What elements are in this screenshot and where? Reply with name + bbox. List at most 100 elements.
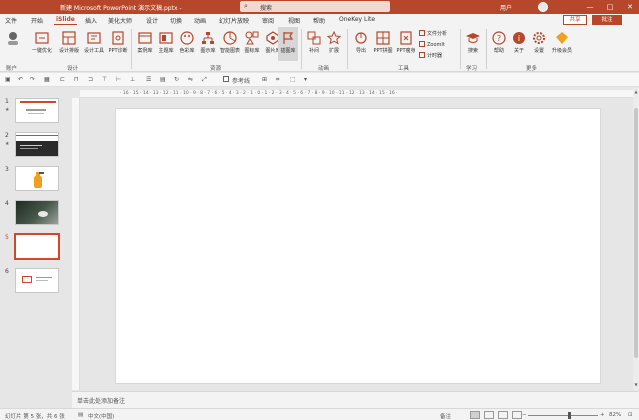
one-key-button[interactable]: 一键优化 [28, 27, 56, 61]
tab-slideshow[interactable]: 幻灯片放映 [219, 16, 249, 25]
tab-view[interactable]: 视图 [288, 16, 300, 25]
flip-icon[interactable]: ⇋ [188, 76, 193, 83]
tab-home[interactable]: 开始 [31, 16, 43, 25]
slide-thumb-item[interactable]: 2 ★ [0, 132, 72, 162]
learn-button[interactable]: 搜索 [464, 27, 482, 61]
file-analysis-button[interactable]: 文件分析 [419, 30, 447, 37]
align-center-icon[interactable]: ⊓ [74, 76, 79, 83]
fit-window-icon[interactable]: ⊡ [628, 412, 633, 418]
scroll-down-icon[interactable]: ▼ [633, 382, 639, 387]
design-lib-button[interactable]: 设计排版 [57, 27, 81, 61]
diagnose-icon [112, 31, 124, 45]
ribbon-separator [301, 29, 302, 69]
align-middle-icon[interactable]: ⊢ [116, 76, 121, 83]
distribute-icon[interactable]: ☰ [146, 76, 151, 83]
slide-thumbnails-pane: 1 ★ 2 ★ 3 4 5 6 [0, 88, 72, 398]
tab-onekey[interactable]: OneKey Lite [339, 16, 375, 23]
redo-icon[interactable]: ↷ [30, 76, 35, 83]
zoom-in-icon[interactable]: + [600, 412, 605, 418]
slide-thumb-item[interactable]: 4 [0, 200, 72, 230]
normal-view-button[interactable] [470, 411, 480, 419]
export-button[interactable]: 导出 [351, 27, 371, 61]
puzzle-icon [376, 31, 390, 45]
user-name[interactable]: 用户 [500, 3, 512, 12]
about-button[interactable]: i 关于 [510, 27, 528, 61]
ribbon-separator [131, 29, 132, 69]
tab-meihua[interactable]: 美化大师 [108, 16, 132, 25]
ppt-diag-button[interactable]: PPT诊断 [107, 27, 129, 61]
tab-file[interactable]: 文件 [5, 16, 17, 25]
account-button[interactable] [2, 27, 24, 61]
minimize-button[interactable]: — [583, 1, 597, 13]
crop-icon[interactable]: ⌗ [276, 76, 279, 84]
select-icon[interactable]: ⬚ [290, 76, 296, 83]
align-left-icon[interactable]: ⊏ [60, 76, 65, 83]
compress-icon [400, 31, 412, 45]
diamond-icon [556, 32, 568, 44]
language[interactable]: 中文(中国) [88, 412, 114, 420]
expand-button[interactable]: 扩展 [325, 27, 343, 61]
zoom-out-icon[interactable]: − [522, 412, 527, 418]
smart-chart-button[interactable]: 智能图表 [219, 27, 241, 61]
slide-thumb-item[interactable]: 3 [0, 166, 72, 196]
slide-canvas[interactable] [115, 108, 601, 384]
tools-icon [87, 32, 101, 44]
ref-line-checkbox[interactable] [223, 76, 229, 82]
share-button[interactable]: 共享 [563, 15, 587, 25]
save-icon[interactable]: ▣ [5, 76, 11, 83]
zoom-slider[interactable] [528, 415, 598, 416]
avatar[interactable] [538, 2, 548, 12]
rotate-icon[interactable]: ↻ [174, 76, 179, 83]
upgrade-button[interactable]: 升级会员 [552, 27, 572, 61]
case-lib-button[interactable]: 案例库 [135, 27, 155, 61]
grid-icon[interactable]: ⊞ [262, 76, 267, 83]
slide-thumb-item-current[interactable]: 5 [0, 234, 72, 264]
close-button[interactable]: ✕ [623, 1, 637, 13]
reading-view-button[interactable] [498, 411, 508, 419]
tab-review[interactable]: 审阅 [262, 16, 274, 25]
zoom-slider-knob[interactable] [568, 412, 571, 419]
notes-pane[interactable]: 单击此处添加备注 [72, 391, 639, 408]
scroll-up-icon[interactable]: ▲ [633, 89, 639, 94]
maximize-button[interactable]: □ [603, 1, 617, 13]
timer-button[interactable]: 计时器 [419, 52, 442, 59]
tab-insert[interactable]: 插入 [85, 16, 97, 25]
sorter-view-button[interactable] [484, 411, 494, 419]
icon-lib-button[interactable]: 图标库 [242, 27, 262, 61]
slideshow-view-button[interactable] [512, 411, 522, 419]
group-icon[interactable]: ▤ [160, 76, 166, 83]
vertical-scrollbar[interactable]: ▲ ▼ [633, 88, 639, 390]
tab-transitions[interactable]: 切换 [170, 16, 182, 25]
zoom-level[interactable]: 82% [609, 412, 621, 418]
tween-button[interactable]: 补间 [305, 27, 323, 61]
design-tools-button[interactable]: 设计工具 [82, 27, 106, 61]
comment-button[interactable]: 批注 [592, 15, 622, 25]
tab-islide[interactable]: iSlide [54, 16, 77, 25]
scrollbar-thumb[interactable] [634, 108, 638, 358]
tab-help[interactable]: 帮助 [313, 16, 325, 25]
align-top-icon[interactable]: ⊤ [102, 76, 107, 83]
zoomit-button[interactable]: ZoomIt [419, 41, 445, 48]
align-right-icon[interactable]: ⊐ [88, 76, 93, 83]
ppt-split-button[interactable]: PPT拼图 [372, 27, 394, 61]
more-icon[interactable]: ▾ [304, 76, 307, 83]
format-painter-icon[interactable]: ▦ [44, 76, 50, 83]
align-bottom-icon[interactable]: ⊥ [130, 76, 135, 83]
size-icon[interactable]: ⤢ [202, 76, 207, 84]
notes-toggle[interactable]: 备注 [440, 412, 451, 420]
settings-button[interactable]: 设置 [530, 27, 548, 61]
slide-thumb-item[interactable]: 6 [0, 268, 72, 298]
search-box[interactable]: ⌕ 搜索 [240, 1, 390, 12]
diagram-lib-button[interactable]: 图示库 [198, 27, 218, 61]
slide-thumb-item[interactable]: 1 ★ [0, 98, 72, 128]
tab-animations[interactable]: 动画 [194, 16, 206, 25]
theme-lib-button[interactable]: 主题库 [156, 27, 176, 61]
ppt-thin-button[interactable]: PPT瘦身 [395, 27, 417, 61]
spellcheck-icon[interactable]: ▤ [78, 412, 83, 418]
illus-lib-button[interactable]: 插图库 [278, 27, 298, 61]
help-button[interactable]: ? 帮助 [490, 27, 508, 61]
case-icon [138, 32, 152, 44]
color-lib-button[interactable]: 色彩库 [177, 27, 197, 61]
tab-design[interactable]: 设计 [146, 16, 158, 25]
undo-icon[interactable]: ↶ [18, 76, 23, 83]
